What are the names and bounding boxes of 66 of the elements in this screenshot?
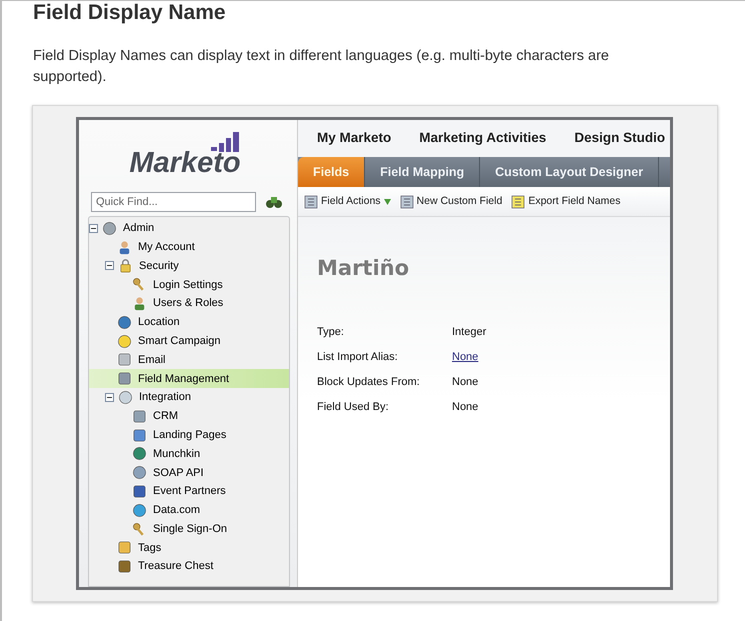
tree-label: CRM xyxy=(153,409,178,424)
tree-label: Integration xyxy=(139,390,191,406)
tree-label: Smart Campaign xyxy=(138,334,221,349)
tree-item[interactable]: Single Sign-On xyxy=(89,520,289,539)
tree-item[interactable]: Field Management xyxy=(89,369,289,388)
property-value: None xyxy=(452,374,478,390)
tree-label: Email xyxy=(138,352,166,368)
tree-label: Login Settings xyxy=(153,278,223,293)
tree-item[interactable]: Users & Roles xyxy=(89,294,289,313)
tree-label: Landing Pages xyxy=(153,428,226,443)
property-label: Type: xyxy=(317,324,345,340)
tree-label: Data.com xyxy=(153,503,200,518)
property-value: None xyxy=(452,400,478,415)
property-link[interactable]: None xyxy=(452,348,478,366)
tree-label: Tags xyxy=(138,540,162,556)
tree-item[interactable]: SOAP API xyxy=(89,463,289,482)
dropdown-icon xyxy=(384,198,391,204)
user-icon xyxy=(117,240,132,255)
tree-item[interactable]: Admin xyxy=(89,219,289,238)
tree-item[interactable]: Location xyxy=(89,312,289,332)
tree-item[interactable]: Tags xyxy=(89,538,289,558)
tree-item[interactable]: CRM xyxy=(89,406,289,426)
tree-item[interactable]: Email xyxy=(89,350,289,370)
tree-item[interactable]: Data.com xyxy=(89,500,289,520)
tree-label: Admin xyxy=(123,221,154,236)
users-icon xyxy=(132,296,147,312)
lock-icon xyxy=(118,258,133,274)
tree-label: Location xyxy=(138,315,180,330)
quick-find-field[interactable]: Quick Find... xyxy=(91,192,256,212)
nav-link[interactable]: My Marketo xyxy=(317,128,392,149)
tree-item[interactable]: My Account xyxy=(89,238,289,257)
logo-text: Marketo xyxy=(129,149,241,178)
tree-label: Field Management xyxy=(138,372,230,387)
tree-label: Treasure Chest xyxy=(138,559,214,574)
tree-label: Security xyxy=(139,258,179,274)
document-icon xyxy=(511,194,526,208)
tree-item[interactable]: Event Partners xyxy=(89,482,289,501)
binoculars-icon[interactable] xyxy=(266,195,282,209)
tree-item[interactable]: Munchkin xyxy=(89,444,289,464)
collapse-icon[interactable] xyxy=(89,224,98,233)
tree-item[interactable]: Security xyxy=(89,256,289,276)
tree-label: SOAP API xyxy=(153,466,204,480)
tree-item[interactable]: Treasure Chest xyxy=(89,557,289,576)
tree-label: Single Sign-On xyxy=(153,522,227,537)
tree-item[interactable]: Smart Campaign xyxy=(89,332,289,351)
tree-label: Users & Roles xyxy=(153,296,224,312)
nav-link[interactable]: Design Studio xyxy=(574,128,666,149)
page-heading: Field Display Name xyxy=(33,1,227,26)
property-value: Integer xyxy=(452,324,486,340)
description: Field Display Names can display text in different languages (e.g. multi-byte characters are supported). xyxy=(33,47,610,87)
toolbar-button[interactable]: Field Actions xyxy=(304,194,391,210)
tree-item[interactable]: Landing Pages xyxy=(89,426,289,445)
field-title: Martiño xyxy=(317,255,410,281)
property-label: Field Used By: xyxy=(317,400,390,415)
tree-item[interactable]: Login Settings xyxy=(89,275,289,294)
nav-link[interactable]: Marketing Activities xyxy=(419,128,546,149)
property-label: Block Updates From: xyxy=(317,374,421,390)
property-label: List Import Alias: xyxy=(317,350,399,365)
collapse-icon[interactable] xyxy=(105,261,114,270)
toolbar-button[interactable]: New Custom Field xyxy=(400,194,502,210)
tree-label: Event Partners xyxy=(153,484,226,500)
collapse-icon[interactable] xyxy=(105,393,114,402)
tree-label: Munchkin xyxy=(153,446,200,462)
tree-label: My Account xyxy=(138,240,195,255)
toolbar-button[interactable]: Export Field Names xyxy=(511,194,621,210)
tree-item[interactable]: Integration xyxy=(89,388,289,407)
